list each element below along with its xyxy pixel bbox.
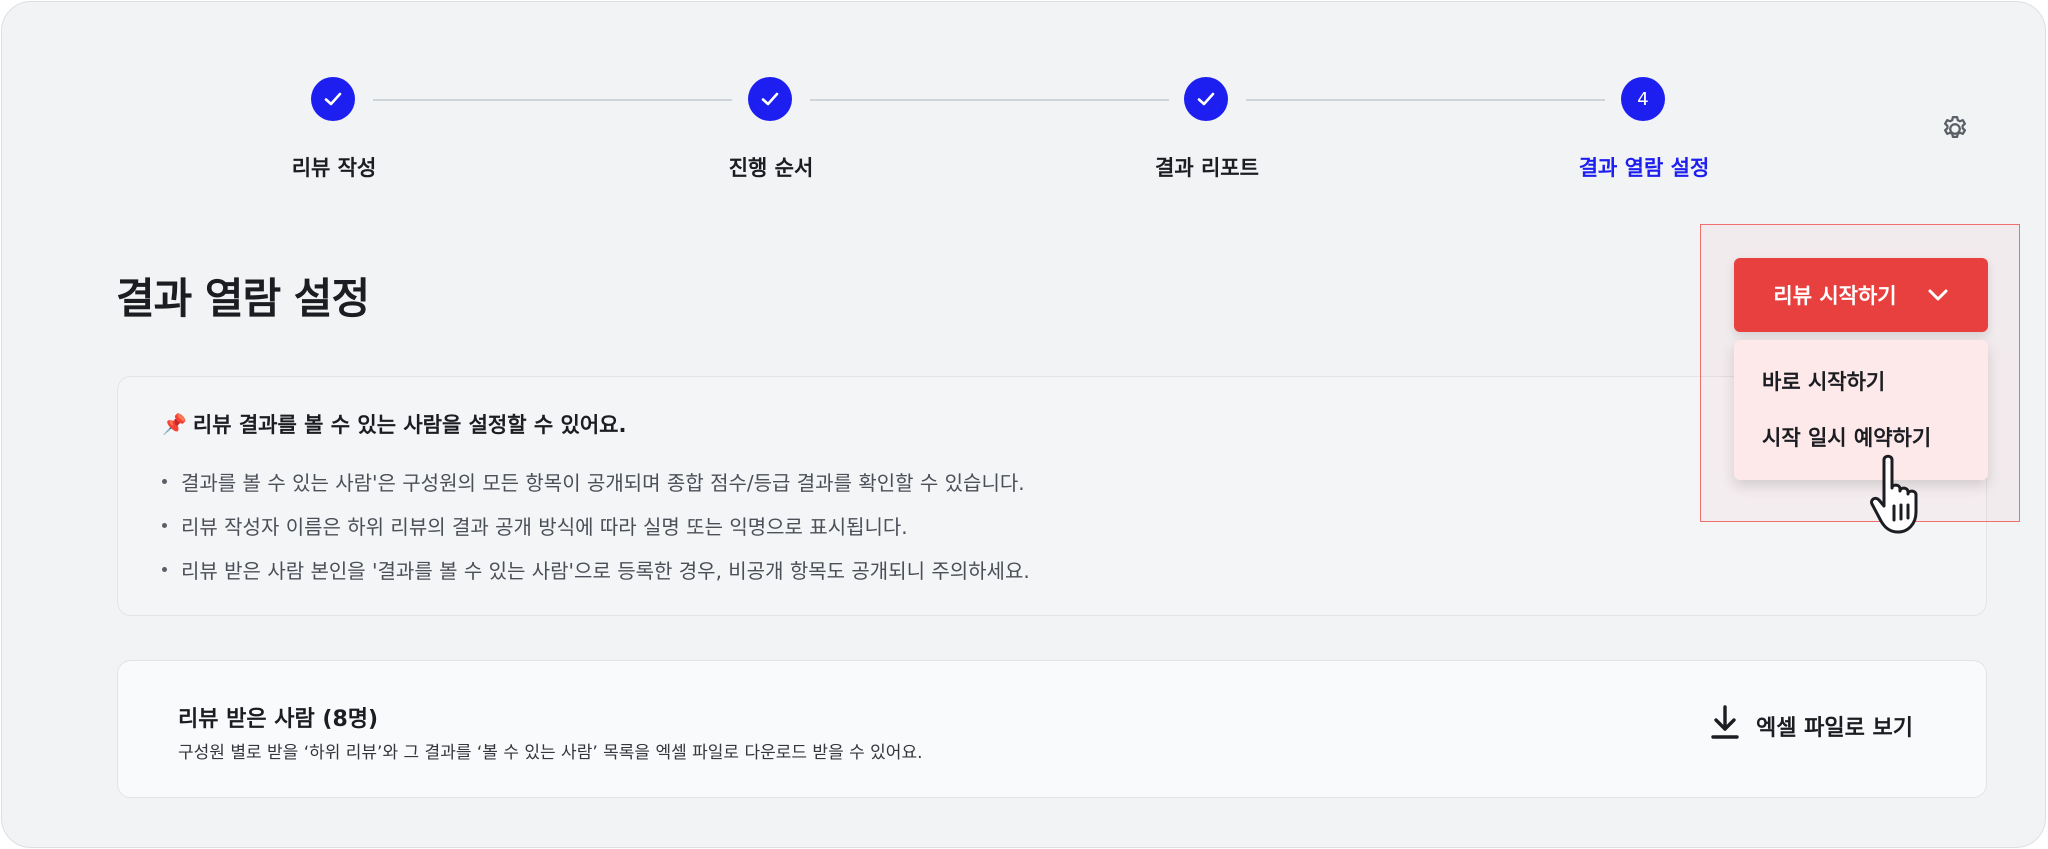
download-icon [1710,705,1740,747]
step-2-label[interactable]: 진행 순서 [621,152,921,182]
step-4-label[interactable]: 결과 열람 설정 [1494,152,1794,182]
step-3-check-icon[interactable] [1184,77,1228,121]
reviewees-card: 리뷰 받은 사람 (8명) 구성원 별로 받을 ‘하위 리뷰’와 그 결과를 ‘… [117,660,1987,798]
step-connector [1246,99,1605,101]
step-3-label[interactable]: 결과 리포트 [1057,152,1357,182]
pushpin-icon: 📌 [162,412,187,436]
excel-download-button[interactable]: 엑셀 파일로 보기 [1710,705,1913,747]
gear-icon[interactable] [1940,114,1970,144]
info-title-text: 리뷰 결과를 볼 수 있는 사람을 설정할 수 있어요. [192,413,627,437]
start-review-label: 리뷰 시작하기 [1773,284,1897,308]
step-4-number[interactable]: 4 [1621,77,1665,121]
info-bullets: 결과를 볼 수 있는 사람'은 구성원의 모든 항목이 공개되며 종합 점수/등… [162,459,1030,591]
hand-pointer-icon [1870,454,1940,538]
excel-download-label: 엑셀 파일로 보기 [1756,716,1913,741]
page-frame: 4 리뷰 작성 진행 순서 결과 리포트 결과 열람 설정 결과 열람 설정 📌… [1,1,2046,848]
menu-item-start-now[interactable]: 바로 시작하기 [1762,366,1885,396]
page-title: 결과 열람 설정 [116,274,370,323]
step-connector [810,99,1169,101]
reviewees-description: 구성원 별로 받을 ‘하위 리뷰’와 그 결과를 ‘볼 수 있는 사람’ 목록을… [178,743,923,763]
step-2-check-icon[interactable] [748,77,792,121]
start-options-menu: 바로 시작하기 시작 일시 예약하기 [1734,340,1988,480]
step-1-label[interactable]: 리뷰 작성 [184,152,484,182]
info-title: 📌 리뷰 결과를 볼 수 있는 사람을 설정할 수 있어요. [162,409,626,439]
start-review-button[interactable]: 리뷰 시작하기 [1734,258,1988,332]
info-bullet: 결과를 볼 수 있는 사람'은 구성원의 모든 항목이 공개되며 종합 점수/등… [162,459,1030,503]
step-1-check-icon[interactable] [311,77,355,121]
reviewees-title: 리뷰 받은 사람 (8명) [178,707,379,732]
step-connector [373,99,732,101]
menu-item-schedule-start[interactable]: 시작 일시 예약하기 [1762,422,1931,452]
info-bullet: 리뷰 작성자 이름은 하위 리뷰의 결과 공개 방식에 따라 실명 또는 익명으… [162,503,1030,547]
chevron-down-icon [1927,283,1949,307]
progress-stepper: 4 리뷰 작성 진행 순서 결과 리포트 결과 열람 설정 [2,2,2048,192]
info-bullet: 리뷰 받은 사람 본인을 '결과를 볼 수 있는 사람'으로 등록한 경우, 비… [162,547,1030,591]
